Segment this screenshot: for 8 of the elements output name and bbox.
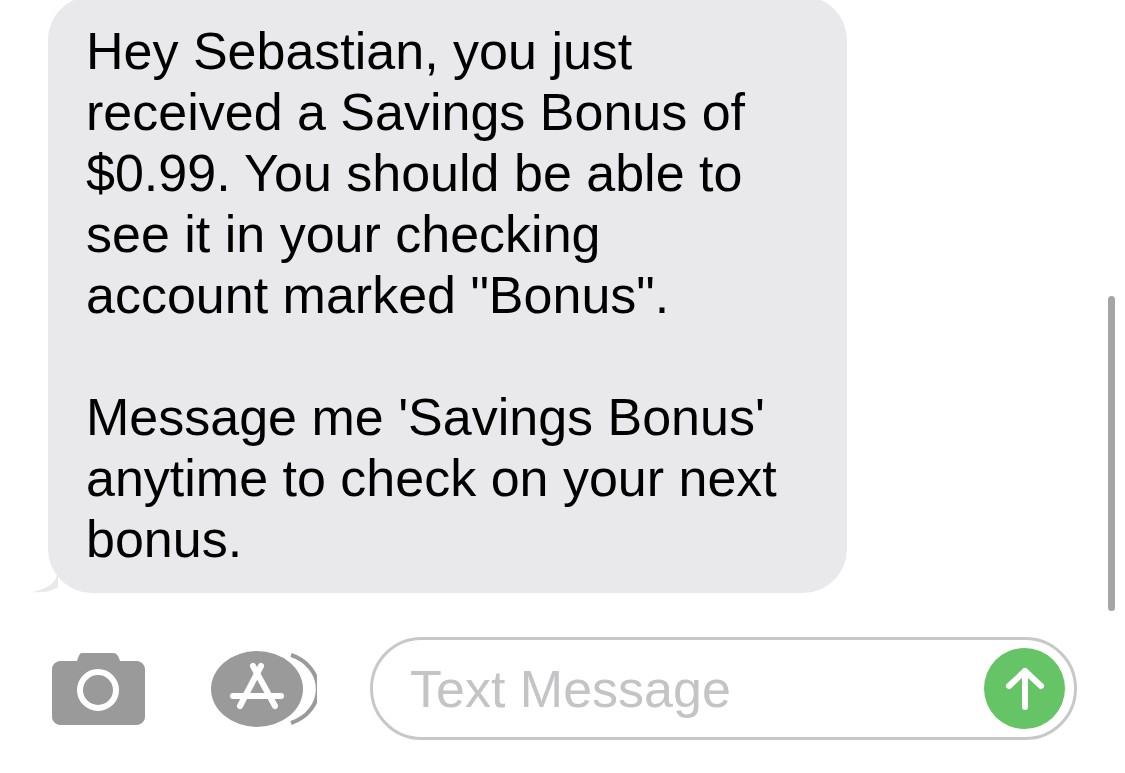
message-text: Message me 'Savings Bonus' anytime to check on your next bonus.	[86, 387, 778, 570]
scrollbar[interactable]	[1108, 296, 1115, 611]
send-button[interactable]	[984, 648, 1065, 729]
message-field[interactable]: Text Message	[370, 637, 1077, 740]
message-input[interactable]: Text Message	[410, 658, 972, 719]
message-text: Hey Sebastian, you just received a Savings Bonus of $0.99. You should be able to see it in your checking account marked "Bonus".	[86, 21, 747, 326]
camera-icon[interactable]	[52, 652, 145, 725]
apps-icon[interactable]	[211, 650, 317, 727]
